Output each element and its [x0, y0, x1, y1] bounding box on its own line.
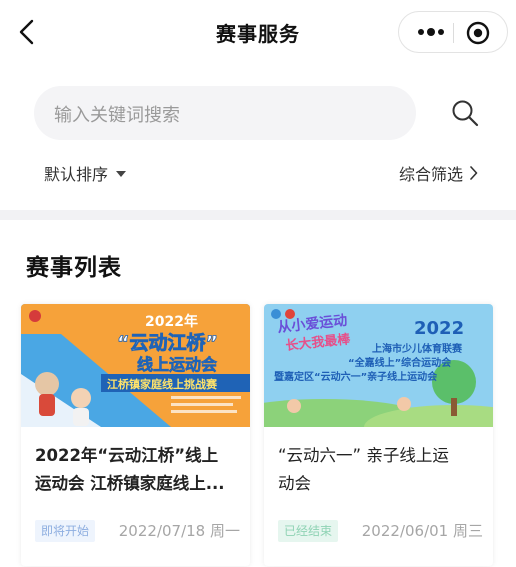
- filter-label: 综合筛选: [398, 165, 463, 184]
- event-title-line2: 动会: [278, 474, 311, 493]
- event-poster-image: 2022年 “云动江桥” 线上运动会 江桥镇家庭线上挑战赛: [21, 304, 250, 427]
- search-input[interactable]: 输入关键词搜索: [34, 86, 416, 140]
- more-icon[interactable]: [413, 20, 449, 44]
- capsule-divider: [453, 23, 454, 43]
- event-card[interactable]: 2022年 “云动江桥” 线上运动会 江桥镇家庭线上挑战赛 2022年“云动江桥…: [21, 304, 250, 566]
- poster-banner: 江桥镇家庭线上挑战赛: [107, 377, 218, 391]
- search-placeholder: 输入关键词搜索: [54, 105, 180, 126]
- event-date: 2022/07/18 周一: [118, 522, 240, 540]
- sort-dropdown[interactable]: 默认排序: [44, 161, 127, 185]
- sort-label: 默认排序: [44, 165, 109, 184]
- section-title: 赛事列表: [26, 255, 122, 281]
- nav-bar: 赛事服务: [0, 0, 516, 64]
- poster-subhead: 线上运动会: [137, 355, 217, 374]
- section-divider: [0, 210, 516, 220]
- status-badge: 即将开始: [35, 520, 96, 542]
- poster-line1: 上海市少儿体育联赛: [372, 342, 463, 355]
- poster-line3: 暨嘉定区“云动六一”亲子线上运动会: [274, 370, 437, 383]
- chevron-right-icon: [470, 166, 478, 180]
- event-title-line2: 运动会 江桥镇家庭线上...: [35, 474, 225, 493]
- filter-button[interactable]: 综合筛选: [399, 161, 478, 185]
- poster-headline: “云动江桥”: [117, 331, 218, 354]
- mini-program-capsule: [398, 11, 508, 53]
- caret-down-icon: [116, 171, 127, 177]
- event-title-line1: 2022年“云动江桥”线上: [35, 446, 219, 465]
- event-poster-image: 从小爱运动 长大我最棒 2022 上海市少儿体育联赛 “全嘉线上”综合运动会 暨…: [264, 304, 493, 427]
- poster-line2: “全嘉线上”综合运动会: [348, 356, 451, 369]
- poster-year: 2022: [414, 318, 464, 339]
- event-title-line1: “云动六一” 亲子线上运: [278, 446, 449, 465]
- event-title: “云动六一” 亲子线上运 动会: [278, 442, 483, 498]
- event-title: 2022年“云动江桥”线上 运动会 江桥镇家庭线上...: [35, 442, 240, 498]
- close-target-icon[interactable]: [465, 20, 491, 46]
- poster-year: 2022年: [145, 313, 198, 330]
- status-badge: 已经结束: [278, 520, 339, 542]
- search-icon[interactable]: [450, 98, 480, 128]
- event-card[interactable]: 从小爱运动 长大我最棒 2022 上海市少儿体育联赛 “全嘉线上”综合运动会 暨…: [264, 304, 493, 566]
- event-date: 2022/06/01 周三: [361, 522, 483, 540]
